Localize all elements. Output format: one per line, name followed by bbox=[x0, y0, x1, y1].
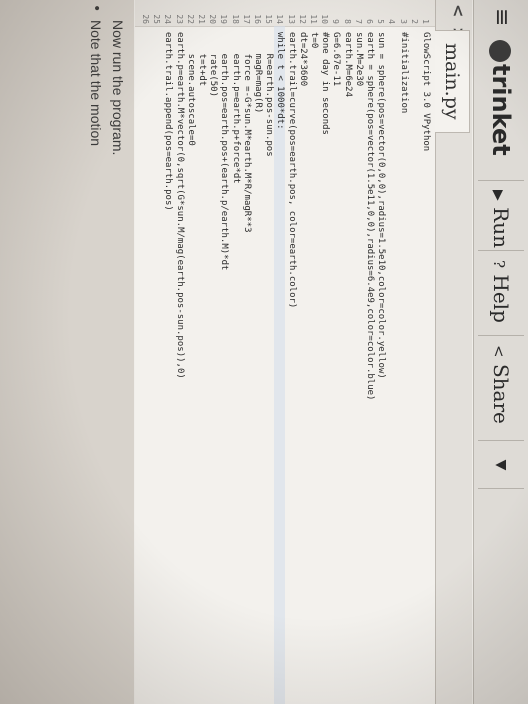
code-line[interactable]: earth.pos=earth.pos+(earth.p/earth.M)*dt bbox=[218, 32, 229, 271]
line-number: 6 bbox=[365, 19, 374, 24]
share-dropdown-caret-icon[interactable]: ▼ bbox=[484, 452, 518, 478]
line-number: 13 bbox=[286, 14, 296, 24]
code-line[interactable]: sun.M=2e30 bbox=[353, 32, 364, 86]
line-number: 20 bbox=[208, 14, 218, 24]
code-line[interactable]: #initialization bbox=[398, 32, 409, 113]
line-number: 8 bbox=[342, 19, 352, 24]
trinket-logo-icon bbox=[489, 40, 511, 62]
line-number: 23 bbox=[174, 14, 184, 24]
line-number: 3 bbox=[398, 19, 408, 24]
line-number: 26 bbox=[141, 14, 150, 24]
hamburger-menu-icon[interactable]: ≡ bbox=[484, 8, 518, 32]
code-line[interactable]: while t < 1000*dt: bbox=[274, 32, 285, 130]
line-number: 25 bbox=[152, 14, 162, 24]
help-button[interactable]: ? Help bbox=[484, 260, 518, 323]
code-line[interactable]: earth = sphere(pos=vector(1.5e11,0,0),ra… bbox=[364, 32, 375, 400]
toolbar-divider bbox=[478, 180, 524, 181]
line-number: 9 bbox=[331, 19, 341, 24]
share-button[interactable]: < Share bbox=[484, 345, 518, 424]
line-number: 2 bbox=[409, 19, 419, 24]
toolbar-divider bbox=[478, 335, 524, 336]
trinket-logo[interactable]: trinket bbox=[484, 40, 518, 156]
tab-main-py[interactable]: main.py bbox=[435, 30, 470, 133]
code-line[interactable]: G=6.67e-11 bbox=[330, 32, 341, 86]
code-line[interactable]: t=t+dt bbox=[196, 32, 207, 87]
code-editor[interactable]: 1 GlowScript 3.0 VPython 2 3 #initialization… bbox=[135, 0, 435, 704]
logo-text: trinket bbox=[487, 64, 515, 156]
line-number: 4 bbox=[387, 19, 397, 24]
photo-of-screen: ≡ trinket ▶ Run ? Help < Share ▼ < > mai… bbox=[0, 0, 528, 704]
code-line[interactable]: sun = sphere(pos=vector(0,0,0),radius=1.… bbox=[375, 32, 386, 379]
instruction-text: Now run the program. bbox=[110, 20, 126, 156]
line-number: 21 bbox=[197, 14, 206, 24]
code-line[interactable]: force =-G*sun.M*earth.M*R/magR**3 bbox=[241, 32, 252, 233]
code-line[interactable]: rate(50) bbox=[207, 32, 218, 97]
share-label: Share bbox=[489, 363, 513, 424]
line-number: 11 bbox=[309, 14, 318, 24]
run-label: Run bbox=[489, 207, 513, 248]
file-tab-bar: < > main.py bbox=[435, 0, 472, 704]
code-line[interactable]: magR=mag(R) bbox=[252, 32, 263, 114]
line-number: 24 bbox=[163, 14, 173, 24]
toolbar: ≡ trinket ▶ Run ? Help < Share ▼ bbox=[473, 0, 528, 704]
line-number: 14 bbox=[275, 14, 285, 24]
line-number: 10 bbox=[320, 14, 330, 24]
instructions-panel: Now run the program. • Note that the mot… bbox=[0, 0, 134, 704]
run-button[interactable]: ▶ Run bbox=[484, 190, 518, 248]
line-number: 18 bbox=[230, 14, 240, 24]
help-icon: ? bbox=[490, 260, 508, 269]
code-line[interactable]: #one day in seconds bbox=[319, 32, 330, 135]
help-label: Help bbox=[489, 274, 513, 323]
line-number: 22 bbox=[185, 14, 195, 24]
toolbar-divider bbox=[478, 488, 524, 489]
line-number: 15 bbox=[264, 14, 274, 24]
trinket-window: ≡ trinket ▶ Run ? Help < Share ▼ < > mai… bbox=[0, 0, 528, 704]
code-line[interactable]: scene.autoscale=0 bbox=[185, 32, 196, 146]
code-line[interactable]: earth.M=6e24 bbox=[342, 32, 353, 97]
play-icon: ▶ bbox=[490, 190, 506, 201]
share-icon: < bbox=[490, 345, 508, 358]
code-line[interactable]: earth.p=earth.p+force*dt bbox=[230, 32, 241, 184]
instruction-text: Note that the motion bbox=[88, 20, 104, 147]
line-number: 12 bbox=[297, 14, 307, 24]
code-line[interactable]: dt=24*3600 bbox=[297, 32, 308, 86]
line-number: 16 bbox=[253, 14, 262, 24]
line-number: 17 bbox=[241, 14, 251, 24]
line-number: 7 bbox=[353, 19, 363, 24]
toolbar-divider bbox=[478, 440, 524, 441]
code-line[interactable]: t=0 bbox=[308, 32, 319, 48]
code-line[interactable]: GlowScript 3.0 VPython bbox=[420, 32, 431, 151]
code-line[interactable]: earth.trail.append(pos=earth.pos) bbox=[162, 32, 173, 211]
line-number: 1 bbox=[421, 19, 430, 24]
code-line[interactable]: earth.p=earth.M*vector(0,sqrt(G*sun.M/ma… bbox=[174, 32, 185, 379]
line-number: 19 bbox=[219, 14, 229, 24]
bullet-icon: • bbox=[88, 4, 104, 13]
code-line[interactable]: R=earth.pos-sun.pos bbox=[263, 32, 274, 157]
toolbar-divider bbox=[478, 250, 524, 251]
code-line[interactable]: earth.trail=curve(pos=earth.pos, color=e… bbox=[286, 32, 297, 308]
line-number: 5 bbox=[376, 19, 386, 24]
